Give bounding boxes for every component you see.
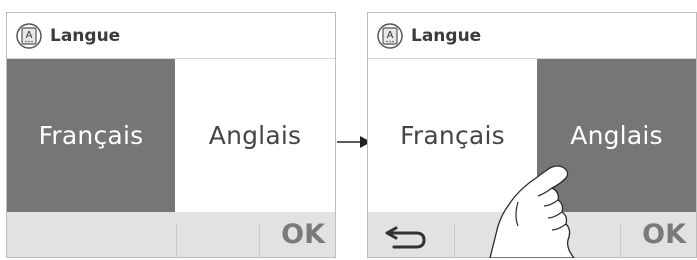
screen-before: A Langue Français Anglais OK — [6, 12, 336, 258]
option-francais[interactable]: Français — [7, 59, 175, 212]
page-title: Langue — [50, 25, 121, 46]
ok-button[interactable]: OK — [642, 212, 686, 257]
option-label: Anglais — [570, 121, 663, 150]
language-icon-letter: A — [26, 30, 33, 41]
back-arrow-icon[interactable] — [380, 224, 430, 250]
bottom-bar: OK — [7, 212, 335, 257]
tap-hand-icon — [489, 165, 575, 258]
divider — [454, 224, 455, 257]
option-label: Français — [400, 121, 505, 150]
header: A Langue — [7, 13, 335, 59]
language-icon: A — [377, 22, 403, 49]
option-label: Anglais — [208, 121, 302, 150]
header: A Langue — [368, 13, 696, 59]
ok-button[interactable]: OK — [281, 212, 325, 257]
option-label: Français — [38, 121, 144, 150]
divider — [176, 224, 177, 257]
divider — [620, 224, 621, 257]
language-icon: A — [16, 22, 42, 49]
page-title: Langue — [411, 25, 482, 46]
language-icon-letter: A — [387, 30, 394, 41]
option-anglais[interactable]: Anglais — [175, 59, 335, 212]
divider — [259, 224, 260, 257]
